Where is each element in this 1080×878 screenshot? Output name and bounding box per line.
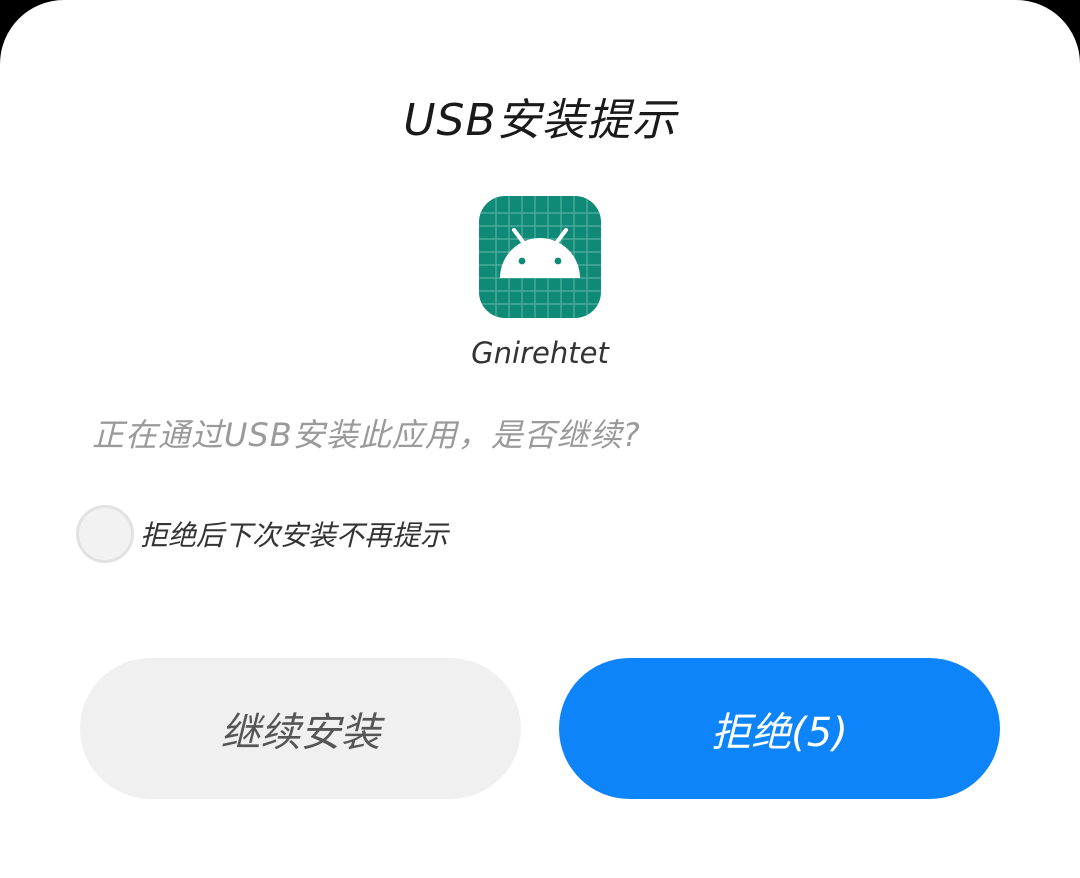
dont-ask-again-checkbox[interactable]: 拒绝后下次安装不再提示 (76, 502, 448, 566)
continue-install-button[interactable]: 继续安装 (80, 658, 521, 799)
continue-install-label: 继续安装 (220, 709, 381, 756)
checkbox-circle-icon[interactable] (76, 505, 134, 563)
usb-install-dialog: USB安装提示 Gnirehtet 正在通过USB安装此应用，是否继续? 拒绝后… (0, 0, 1080, 878)
app-name: Gnirehtet (471, 336, 609, 370)
dialog-title: USB安装提示 (403, 95, 677, 146)
reject-label: 拒绝(5) (711, 709, 848, 756)
checkbox-label: 拒绝后下次安装不再提示 (140, 519, 449, 552)
install-message: 正在通过USB安装此应用，是否继续? (92, 416, 641, 454)
android-app-icon (479, 196, 601, 318)
reject-button[interactable]: 拒绝(5) (559, 658, 1000, 799)
